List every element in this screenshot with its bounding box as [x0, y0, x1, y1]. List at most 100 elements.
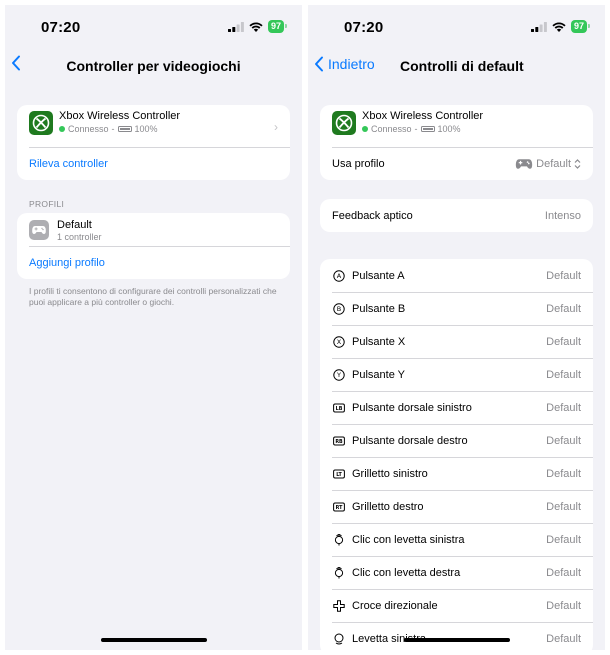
button-mapping-value: Default: [546, 335, 581, 348]
button-mapping-row[interactable]: LT Grilletto sinistro Default: [320, 457, 593, 490]
button-mapping-label: Pulsante dorsale destro: [352, 434, 468, 447]
device-status: Connesso: [371, 124, 412, 134]
button-mapping-value: Default: [546, 467, 581, 480]
home-indicator[interactable]: [100, 638, 207, 642]
battery-icon: 97: [267, 20, 288, 33]
detect-controller-link[interactable]: Rileva controller: [29, 158, 108, 170]
detect-controller-row[interactable]: Rileva controller: [17, 147, 290, 180]
gamepad-icon: [29, 220, 49, 240]
add-profile-row[interactable]: Aggiungi profilo: [17, 246, 290, 279]
haptic-row[interactable]: Feedback aptico Intenso: [320, 199, 593, 232]
add-profile-link[interactable]: Aggiungi profilo: [29, 257, 105, 269]
button-mapping-row[interactable]: Clic con levetta sinistra Default: [320, 523, 593, 556]
button-mapping-row[interactable]: RB Pulsante dorsale destro Default: [320, 424, 593, 457]
left-bumper-icon: LB: [332, 402, 346, 414]
button-mapping-value: Default: [546, 566, 581, 579]
status-time: 07:20: [344, 19, 384, 36]
button-mapping-value: Default: [546, 368, 581, 381]
button-mapping-row[interactable]: A Pulsante A Default: [320, 259, 593, 292]
button-y-icon: Y: [332, 368, 346, 381]
wifi-icon: [552, 21, 566, 32]
status-time: 07:20: [41, 19, 81, 36]
left-trigger-icon: LT: [332, 468, 346, 480]
status-separator: -: [111, 124, 115, 134]
page-title: Controlli di default: [400, 58, 524, 74]
haptic-label: Feedback aptico: [332, 209, 413, 222]
button-mapping-label: Croce direzionale: [352, 599, 438, 612]
button-mapping-row[interactable]: LB Pulsante dorsale sinistro Default: [320, 391, 593, 424]
button-mapping-row[interactable]: Levetta sinistra Default: [320, 622, 593, 650]
button-mapping-label: Grilletto sinistro: [352, 467, 428, 480]
button-mapping-value: Default: [546, 302, 581, 315]
left-stick-icon: [332, 633, 346, 645]
device-card: Xbox Wireless Controller Connesso - 100%…: [17, 105, 290, 180]
status-bar: 07:20 97: [5, 5, 302, 45]
button-mapping-value: Default: [546, 500, 581, 513]
profile-item[interactable]: Default 1 controller: [17, 213, 290, 246]
use-profile-value: Default: [536, 157, 571, 170]
use-profile-row[interactable]: Usa profilo Default: [320, 147, 593, 180]
right-bumper-icon: RB: [332, 435, 346, 447]
xbox-logo-icon: [332, 111, 356, 135]
nav-bar: Controller per videogiochi: [5, 49, 302, 85]
xbox-logo-icon: [29, 111, 53, 135]
button-mapping-value: Default: [546, 599, 581, 612]
use-profile-select[interactable]: Default: [515, 158, 581, 170]
profiles-footnote: I profili ti consentono di configurare d…: [29, 286, 277, 307]
profiles-card: Default 1 controller Aggiungi profilo: [17, 213, 290, 279]
svg-text:RB: RB: [335, 439, 343, 445]
button-mapping-value: Default: [546, 632, 581, 645]
controller-battery-icon: [117, 126, 132, 132]
button-mapping-row[interactable]: RT Grilletto destro Default: [320, 490, 593, 523]
chevron-up-down-icon: [574, 158, 581, 169]
button-a-icon: A: [332, 269, 346, 282]
use-profile-label: Usa profilo: [332, 157, 385, 170]
svg-text:Y: Y: [336, 371, 341, 379]
button-mapping-row[interactable]: Croce direzionale Default: [320, 589, 593, 622]
button-mapping-label: Grilletto destro: [352, 500, 424, 513]
dpad-icon: [332, 599, 346, 612]
device-row: Xbox Wireless Controller Connesso - 100%: [320, 105, 593, 147]
right-stick-click-icon: [332, 566, 346, 579]
button-mapping-label: Clic con levetta destra: [352, 566, 461, 579]
button-mapping-row[interactable]: Clic con levetta destra Default: [320, 556, 593, 589]
button-mapping-label: Pulsante B: [352, 302, 406, 315]
status-bar: 07:20 97: [308, 5, 605, 45]
connected-dot-icon: [362, 126, 368, 132]
svg-text:RT: RT: [336, 505, 343, 511]
page-title: Controller per videogiochi: [66, 58, 241, 74]
signal-icon: [227, 21, 244, 32]
connected-dot-icon: [59, 126, 65, 132]
home-indicator[interactable]: [403, 638, 510, 642]
button-mapping-row[interactable]: B Pulsante B Default: [320, 292, 593, 325]
button-mapping-row[interactable]: X Pulsante X Default: [320, 325, 593, 358]
gamepad-icon: [515, 158, 533, 169]
device-battery: 100%: [437, 124, 461, 134]
button-mapping-label: Pulsante A: [352, 269, 405, 282]
status-separator: -: [414, 124, 418, 134]
button-mapping-value: Default: [546, 269, 581, 282]
svg-text:X: X: [337, 338, 342, 346]
device-status: Connesso: [68, 124, 109, 134]
right-screen: 07:20 97 Indietro Controlli di default X…: [308, 5, 605, 650]
back-button[interactable]: Indietro: [314, 55, 375, 72]
device-name: Xbox Wireless Controller: [59, 110, 181, 122]
button-mapping-row[interactable]: Y Pulsante Y Default: [320, 358, 593, 391]
svg-text:LB: LB: [336, 406, 343, 412]
profiles-section-label: PROFILI: [29, 199, 65, 209]
svg-text:A: A: [337, 272, 342, 280]
haptic-card: Feedback aptico Intenso: [320, 199, 593, 232]
chevron-left-icon: [315, 56, 323, 71]
device-row[interactable]: Xbox Wireless Controller Connesso - 100%…: [17, 105, 290, 147]
button-mapping-label: Pulsante dorsale sinistro: [352, 401, 472, 414]
controller-battery-icon: [420, 126, 435, 132]
button-x-icon: X: [332, 335, 346, 348]
left-stick-click-icon: [332, 533, 346, 546]
haptic-value: Intenso: [544, 209, 581, 222]
button-mapping-value: Default: [546, 434, 581, 447]
wifi-icon: [249, 21, 263, 32]
device-battery: 100%: [134, 124, 158, 134]
svg-text:B: B: [337, 305, 341, 313]
right-trigger-icon: RT: [332, 501, 346, 513]
button-mapping-label: Clic con levetta sinistra: [352, 533, 465, 546]
